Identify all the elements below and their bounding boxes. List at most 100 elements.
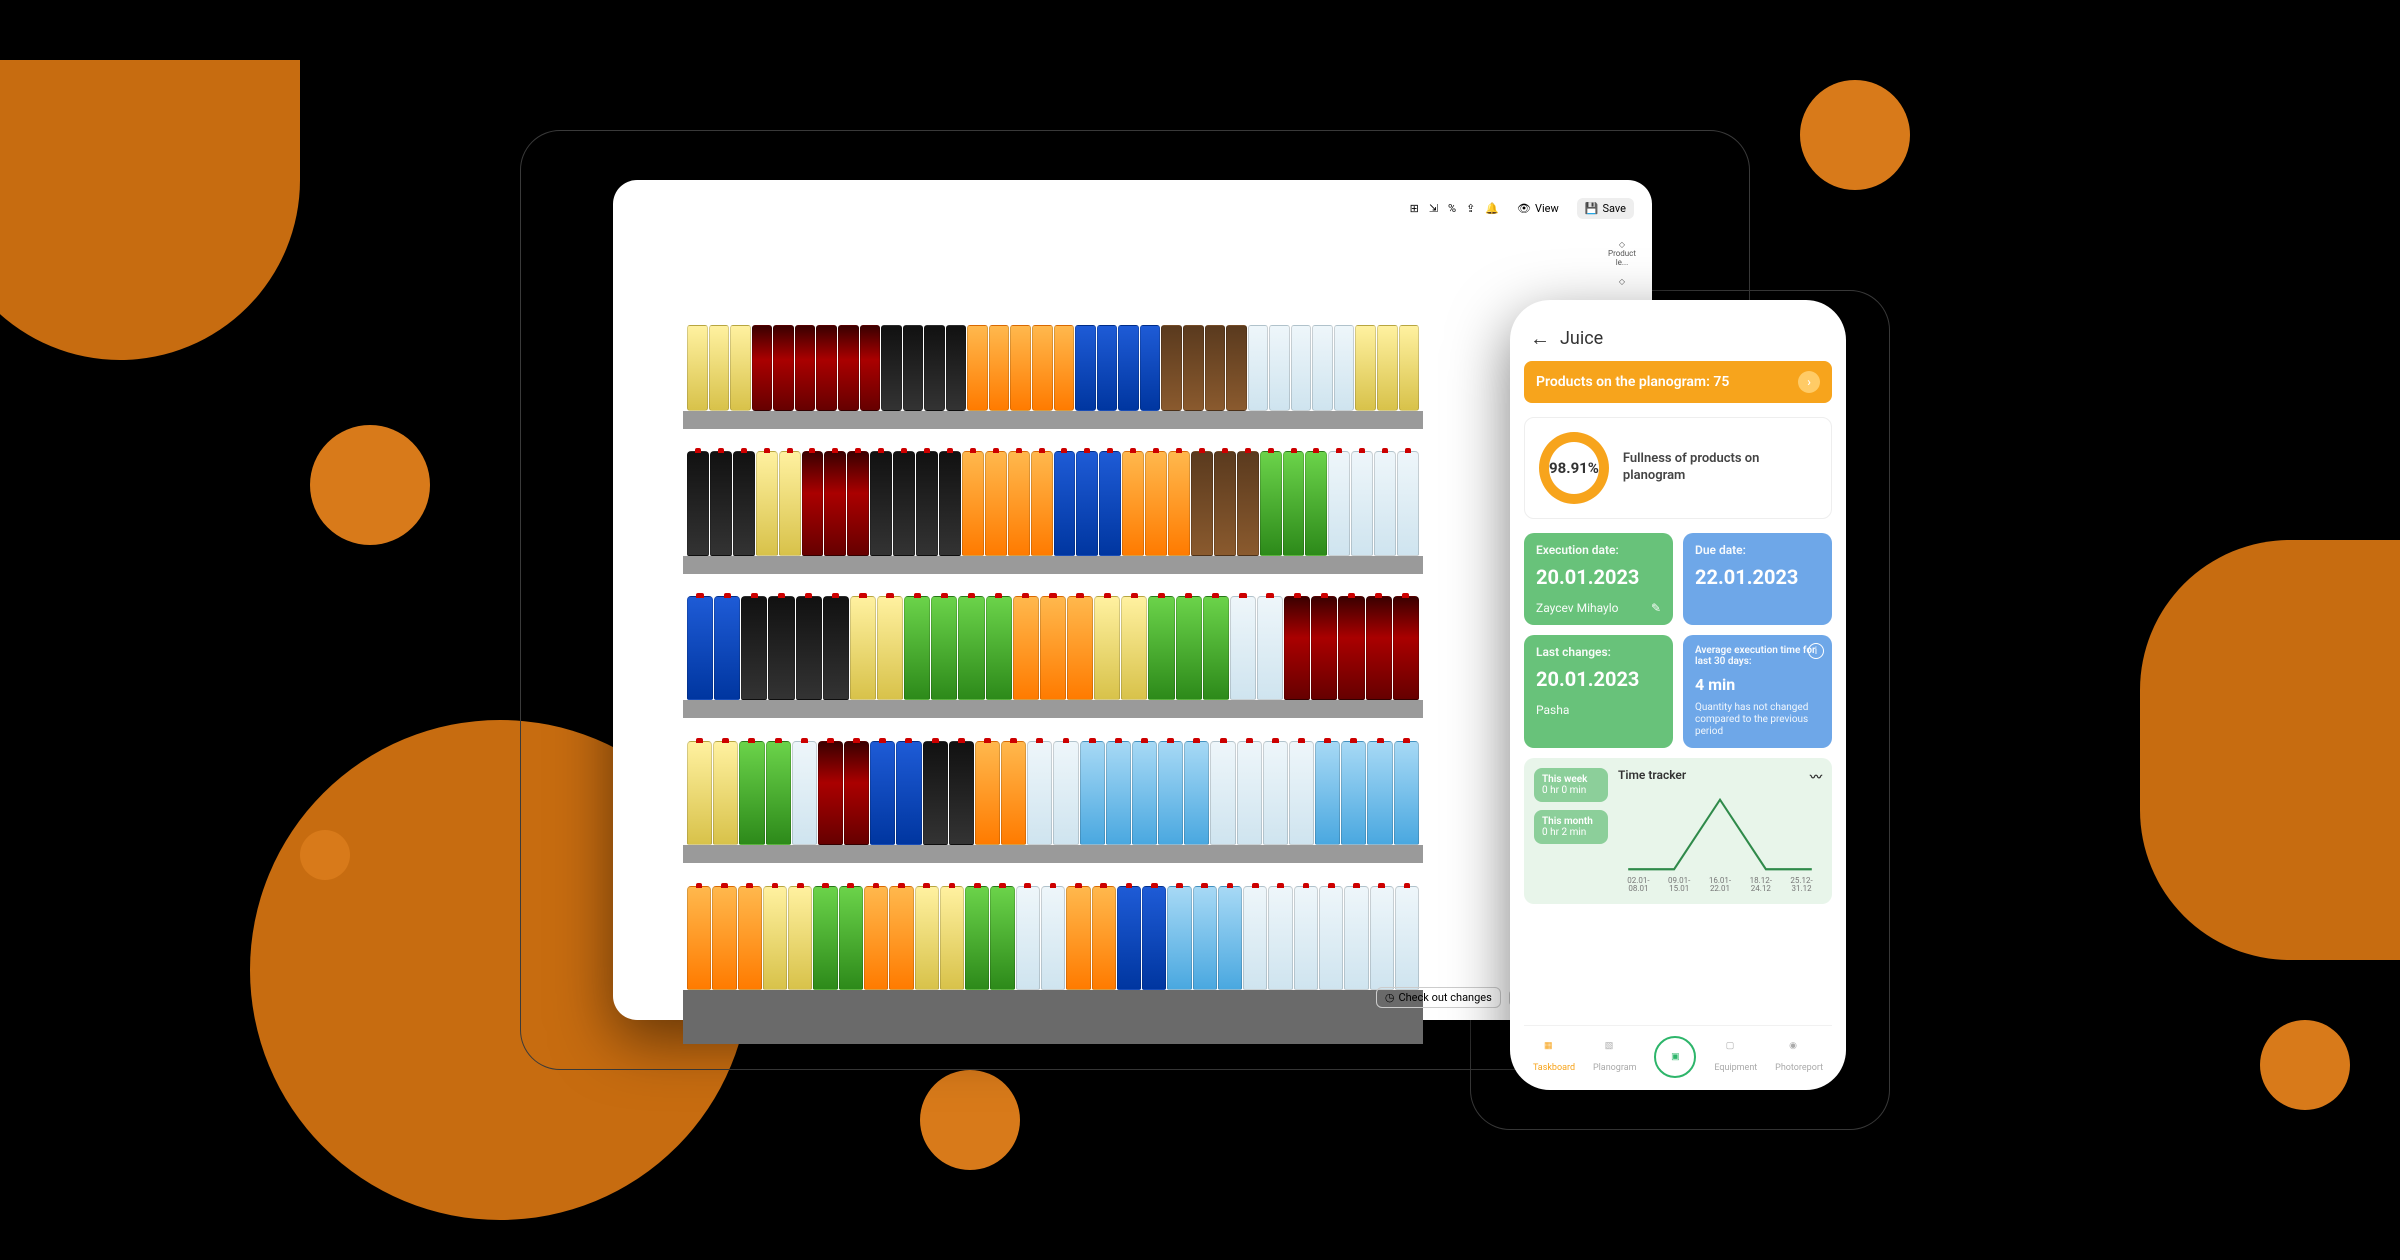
product-facing[interactable] (1351, 451, 1373, 555)
product-facing[interactable] (1191, 451, 1213, 555)
product-facing[interactable] (1230, 596, 1256, 700)
product-facing[interactable] (1106, 741, 1131, 845)
product-facing[interactable] (1161, 325, 1182, 411)
product-facing[interactable] (1184, 741, 1209, 845)
product-facing[interactable] (1118, 325, 1139, 411)
product-facing[interactable] (1203, 596, 1229, 700)
product-facing[interactable] (1399, 325, 1420, 411)
product-facing[interactable] (850, 596, 876, 700)
product-facing[interactable] (839, 886, 863, 990)
product-facing[interactable] (877, 596, 903, 700)
product-facing[interactable] (1214, 451, 1236, 555)
view-button[interactable]: 👁 View (1509, 198, 1567, 219)
product-facing[interactable] (1344, 886, 1368, 990)
product-facing[interactable] (1066, 886, 1090, 990)
product-facing[interactable] (1291, 325, 1312, 411)
product-facing[interactable] (687, 325, 708, 411)
product-facing[interactable] (1338, 596, 1364, 700)
product-facing[interactable] (802, 451, 824, 555)
product-facing[interactable] (709, 325, 730, 411)
product-facing[interactable] (939, 451, 961, 555)
product-facing[interactable] (714, 596, 740, 700)
product-facing[interactable] (1260, 451, 1282, 555)
product-facing[interactable] (1168, 451, 1190, 555)
product-facing[interactable] (1226, 325, 1247, 411)
product-facing[interactable] (1374, 451, 1396, 555)
product-facing[interactable] (1140, 325, 1161, 411)
save-button[interactable]: 💾 Save (1577, 198, 1634, 219)
nav-taskboard[interactable]: ▦ Taskboard (1533, 1041, 1575, 1073)
nav-center[interactable]: ▣ (1654, 1036, 1696, 1078)
product-facing[interactable] (904, 596, 930, 700)
ruler-icon[interactable]: ⇲ (1429, 202, 1438, 215)
product-facing[interactable] (1305, 451, 1327, 555)
product-facing[interactable] (816, 325, 837, 411)
side-tag-icon[interactable]: ◇ (1619, 277, 1625, 286)
product-facing[interactable] (795, 325, 816, 411)
product-facing[interactable] (823, 596, 849, 700)
product-facing[interactable] (1319, 886, 1343, 990)
product-facing[interactable] (975, 741, 1000, 845)
product-facing[interactable] (766, 741, 791, 845)
product-facing[interactable] (1366, 596, 1392, 700)
product-facing[interactable] (946, 325, 967, 411)
product-facing[interactable] (1294, 886, 1318, 990)
product-facing[interactable] (1355, 325, 1376, 411)
planogram-canvas[interactable] (683, 284, 1423, 1044)
product-facing[interactable] (796, 596, 822, 700)
product-facing[interactable] (1013, 596, 1039, 700)
product-facing[interactable] (1237, 741, 1262, 845)
nav-photoreport[interactable]: ◉ Photoreport (1775, 1041, 1823, 1073)
product-facing[interactable] (1145, 451, 1167, 555)
product-facing[interactable] (1167, 886, 1191, 990)
product-facing[interactable] (818, 741, 843, 845)
product-facing[interactable] (792, 741, 817, 845)
product-facing[interactable] (713, 741, 738, 845)
product-facing[interactable] (1099, 451, 1121, 555)
product-facing[interactable] (990, 886, 1014, 990)
product-facing[interactable] (1176, 596, 1202, 700)
product-facing[interactable] (1312, 325, 1333, 411)
product-facing[interactable] (1311, 596, 1337, 700)
grid-icon[interactable]: ⊞ (1410, 202, 1419, 215)
product-facing[interactable] (813, 886, 837, 990)
product-facing[interactable] (864, 886, 888, 990)
product-facing[interactable] (1377, 325, 1398, 411)
product-facing[interactable] (1008, 451, 1030, 555)
product-facing[interactable] (773, 325, 794, 411)
product-facing[interactable] (986, 596, 1012, 700)
product-facing[interactable] (958, 596, 984, 700)
product-facing[interactable] (1031, 451, 1053, 555)
product-facing[interactable] (940, 886, 964, 990)
check-changes-button[interactable]: ◷ Check out changes (1376, 987, 1501, 1008)
product-facing[interactable] (1142, 886, 1166, 990)
product-facing[interactable] (1397, 451, 1419, 555)
product-facing[interactable] (1094, 596, 1120, 700)
product-facing[interactable] (1076, 451, 1098, 555)
product-facing[interactable] (838, 325, 859, 411)
product-facing[interactable] (1183, 325, 1204, 411)
product-facing[interactable] (893, 451, 915, 555)
product-facing[interactable] (1289, 741, 1314, 845)
product-facing[interactable] (687, 886, 711, 990)
product-facing[interactable] (1248, 325, 1269, 411)
product-facing[interactable] (1041, 886, 1065, 990)
export-icon[interactable]: ⇪ (1466, 202, 1475, 215)
product-facing[interactable] (1284, 596, 1310, 700)
bell-icon[interactable]: 🔔 (1485, 202, 1499, 215)
nav-equipment[interactable]: ▢ Equipment (1714, 1041, 1757, 1073)
product-facing[interactable] (730, 325, 751, 411)
product-facing[interactable] (1097, 325, 1118, 411)
side-product-level[interactable]: ◇ Product le... (1604, 240, 1640, 267)
product-facing[interactable] (1334, 325, 1355, 411)
product-facing[interactable] (1283, 451, 1305, 555)
products-banner[interactable]: Products on the planogram: 75 › (1524, 361, 1832, 403)
product-facing[interactable] (870, 451, 892, 555)
product-facing[interactable] (712, 886, 736, 990)
product-facing[interactable] (824, 451, 846, 555)
product-facing[interactable] (923, 741, 948, 845)
product-facing[interactable] (1027, 741, 1052, 845)
product-facing[interactable] (763, 886, 787, 990)
product-facing[interactable] (739, 741, 764, 845)
product-facing[interactable] (1148, 596, 1174, 700)
